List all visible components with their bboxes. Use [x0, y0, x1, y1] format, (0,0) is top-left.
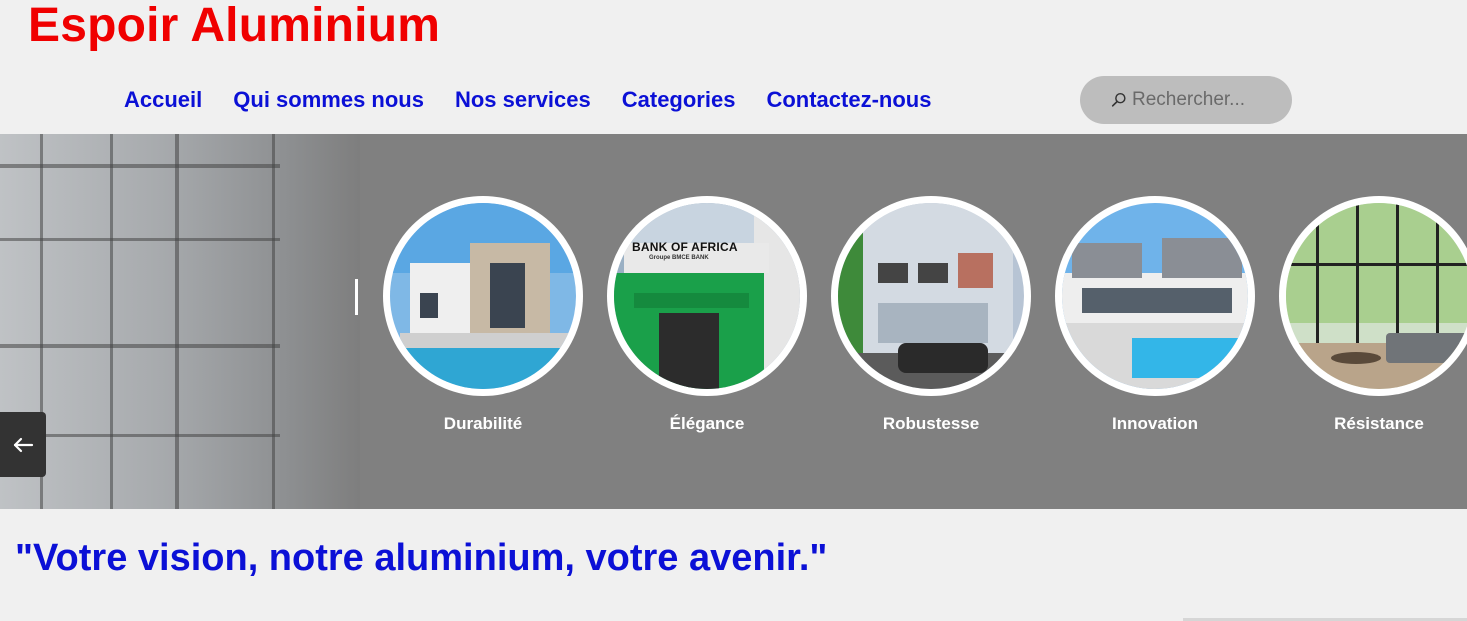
nav-item-categories[interactable]: Categories [622, 86, 736, 114]
bank-sign-subtext: Groupe BMCE BANK [649, 255, 709, 261]
slide-image-frame [1279, 196, 1467, 396]
slider-prev-button[interactable] [0, 412, 46, 477]
glass-living-room-image [1286, 203, 1467, 389]
bank-of-africa-building-image: BANK OF AFRICA Groupe BMCE BANK [614, 203, 800, 389]
hero-slider: Durabilité BANK OF AFRICA Groupe BMCE BA [0, 134, 1467, 509]
slide-elegance[interactable]: BANK OF AFRICA Groupe BMCE BANK Élégance [607, 196, 807, 434]
slide-label: Élégance [669, 414, 745, 433]
apartment-building-image [838, 203, 1024, 389]
slide-label: Résistance [1334, 414, 1424, 433]
slide-image-frame [1055, 196, 1255, 396]
nav-item-nos-services[interactable]: Nos services [455, 86, 591, 114]
search-input[interactable] [1132, 89, 1292, 111]
slide-durabilite[interactable]: Durabilité [383, 196, 583, 434]
hero-background-image [0, 134, 360, 509]
slide-image-frame [383, 196, 583, 396]
search-icon [1111, 92, 1126, 107]
main-nav: Accueil Qui sommes nous Nos services Cat… [124, 86, 931, 114]
slide-image-frame: BANK OF AFRICA Groupe BMCE BANK [607, 196, 807, 396]
nav-item-accueil[interactable]: Accueil [124, 86, 202, 114]
slide-resistance[interactable]: Résistance [1279, 196, 1467, 434]
slide-label: Innovation [1112, 414, 1198, 433]
modern-house-pool-image [390, 203, 576, 389]
slide-robustesse[interactable]: Robustesse [831, 196, 1031, 434]
slide-label: Robustesse [882, 414, 980, 433]
slide-label: Durabilité [443, 414, 523, 433]
tagline: "Votre vision, notre aluminium, votre av… [15, 537, 828, 579]
nav-item-qui-sommes-nous[interactable]: Qui sommes nous [233, 86, 424, 114]
nav-item-contactez-nous[interactable]: Contactez-nous [766, 86, 931, 114]
bank-sign-text: BANK OF AFRICA [632, 240, 738, 254]
site-title[interactable]: Espoir Aluminium [28, 0, 440, 52]
slide-image-frame [831, 196, 1031, 396]
search-box[interactable] [1080, 76, 1292, 124]
slide-innovation[interactable]: Innovation [1055, 196, 1255, 434]
slides-track: Durabilité BANK OF AFRICA Groupe BMCE BA [383, 196, 1467, 434]
arrow-left-icon [13, 437, 34, 452]
villa-pool-image [1062, 203, 1248, 389]
